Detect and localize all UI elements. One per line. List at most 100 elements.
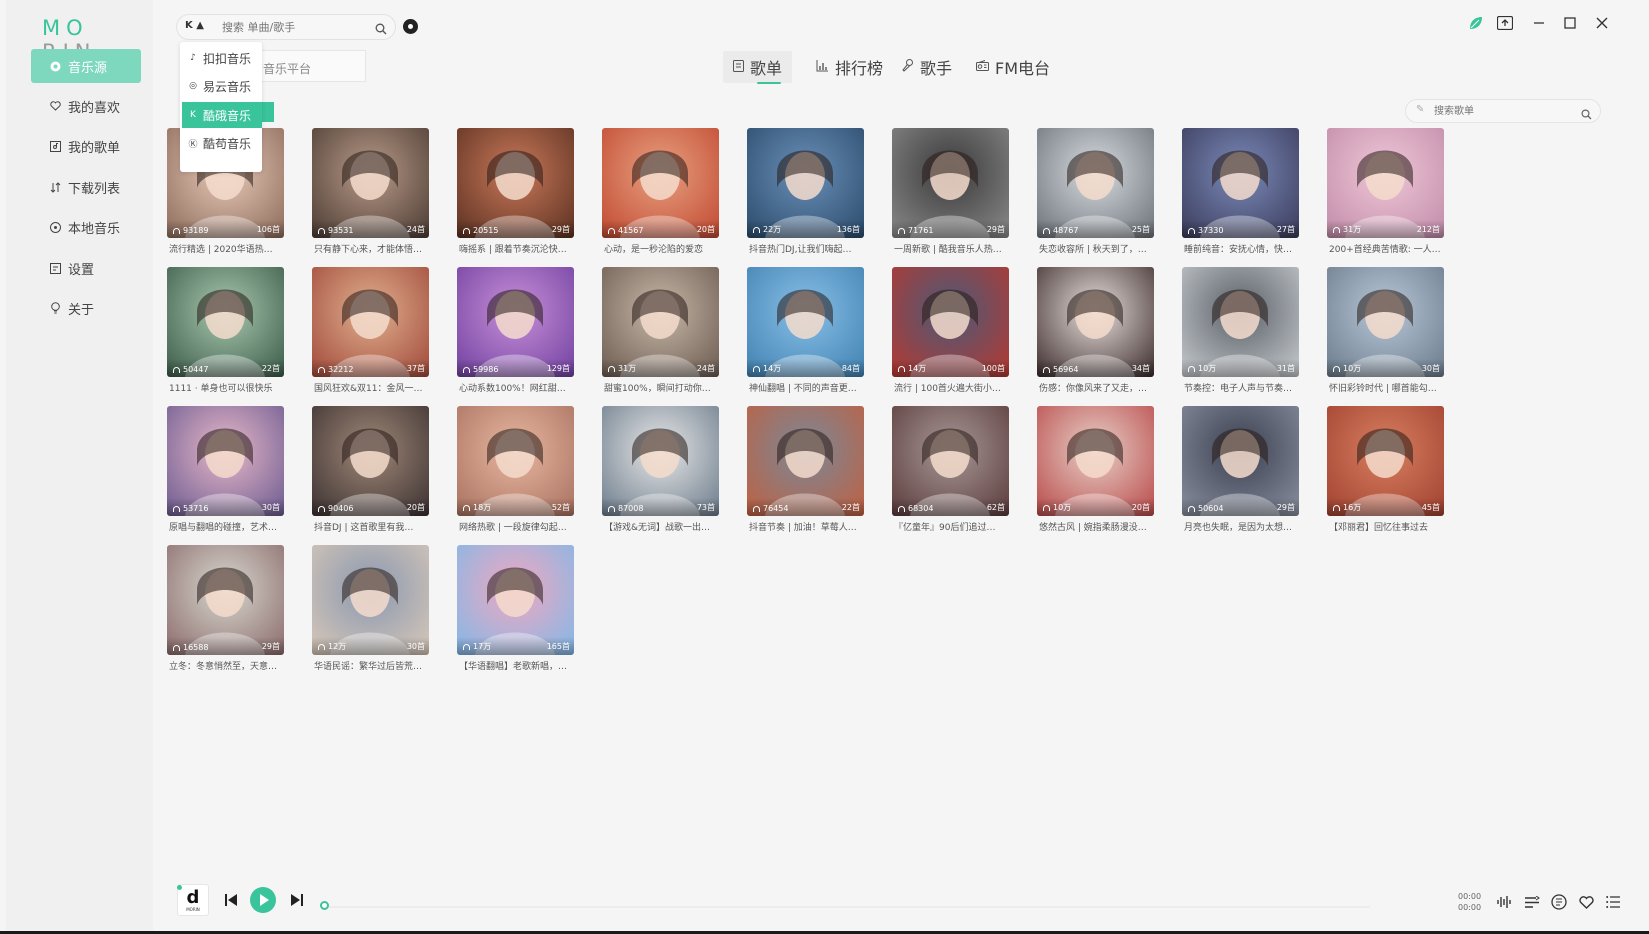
playlist-cover[interactable]: 10万 20首 <box>1037 406 1154 516</box>
playlist-card[interactable]: 37330 27首睡前纯音：安抚心情，快… <box>1182 128 1299 264</box>
favorite-icon[interactable] <box>1578 894 1594 910</box>
playlist-card[interactable]: 76454 22首抖音节奏 | 加油！草莓人… <box>747 406 864 542</box>
platform-option-netease[interactable]: ◎ 易云音乐 <box>182 73 262 99</box>
progress-bar[interactable] <box>320 901 1370 910</box>
platform-option-kuwo[interactable]: K 酷硪音乐 <box>182 102 262 128</box>
play-mode-icon[interactable] <box>1524 894 1540 910</box>
sidebar-item-downloads[interactable]: 下载列表 <box>31 170 141 204</box>
playlist-cover[interactable]: 53716 30首 <box>167 406 284 516</box>
sidebar-item-music-source[interactable]: 音乐源 <box>31 49 141 83</box>
playlist-card[interactable]: 14万 100首流行 | 100首火遍大街小… <box>892 267 1009 403</box>
playlist-card[interactable]: 87008 73首 【游戏&无词】战歌一出… <box>602 406 719 542</box>
playlist-title[interactable]: 流行精选 | 2020华语热… <box>169 242 284 255</box>
playlist-cover[interactable]: 14万 84首 <box>747 267 864 377</box>
playlist-title[interactable]: 心动，是一秒沦陷的爱恋 <box>604 242 719 255</box>
search-icon[interactable] <box>1581 105 1592 124</box>
playlist-card[interactable]: 18万 52首 网络热歌 | 一段旋律勾起… <box>457 406 574 542</box>
playlist-cover[interactable]: 93531 24首 <box>312 128 429 238</box>
playlist-card[interactable]: 71761 29首 一周新歌 | 酷我音乐人热… <box>892 128 1009 264</box>
playlist-title[interactable]: 抖音热门DJ,让我们嗨起… <box>749 242 864 255</box>
next-button[interactable] <box>290 893 304 911</box>
playlist-title[interactable]: 1111 · 单身也可以很快乐 <box>169 381 284 394</box>
platform-option-qq[interactable]: ♪ 扣扣音乐 <box>182 45 262 71</box>
playlist-cover[interactable]: 10万 30首 <box>1327 267 1444 377</box>
playlist-card[interactable]: 17万 165首【华语翻唱】老歌新唱，… <box>457 545 574 681</box>
tab-singers[interactable]: 歌手 <box>892 51 962 83</box>
playlist-card[interactable]: 53716 30首原唱与翻唱的碰撞，艺术… <box>167 406 284 542</box>
playlist-title[interactable]: 原唱与翻唱的碰撞，艺术… <box>169 520 284 533</box>
minimize-icon[interactable] <box>1530 14 1548 32</box>
playlist-card[interactable]: 90406 20首抖音DJ | 这首歌里有我… <box>312 406 429 542</box>
lyrics-icon[interactable] <box>1551 894 1567 910</box>
playlist-cover[interactable]: 20515 29首 <box>457 128 574 238</box>
playlist-card[interactable]: 31万 24首甜蜜100%，瞬间打动你… <box>602 267 719 403</box>
playlist-card[interactable]: 59986 129首 心动系数100%！网红甜… <box>457 267 574 403</box>
play-button[interactable] <box>250 887 276 913</box>
playlist-title[interactable]: 月亮也失眠，是因为太想… <box>1184 520 1299 533</box>
playlist-title[interactable]: 失恋收容所 | 秋天到了，… <box>1039 242 1154 255</box>
playlist-title[interactable]: 国风狂欢&双11：金风一… <box>314 381 429 394</box>
playlist-title[interactable]: 怀旧彩铃时代 | 哪首能勾… <box>1329 381 1444 394</box>
search-input[interactable] <box>222 18 367 36</box>
playlist-title[interactable]: 一周新歌 | 酷我音乐人热… <box>894 242 1009 255</box>
progress-handle[interactable] <box>320 901 329 910</box>
playlist-cover[interactable]: 12万 30首 <box>312 545 429 655</box>
playlist-cover[interactable]: 31万 24首 <box>602 267 719 377</box>
playlist-cover[interactable]: 14万 100首 <box>892 267 1009 377</box>
previous-button[interactable] <box>224 893 238 911</box>
playlist-title[interactable]: 『亿童年』90后们追过… <box>894 520 1009 533</box>
playlist-cover[interactable]: 41567 20首 <box>602 128 719 238</box>
record-icon[interactable] <box>403 19 418 34</box>
tab-playlists[interactable]: 歌单 <box>723 51 793 83</box>
sidebar-item-about[interactable]: 关于 <box>31 291 141 325</box>
playlist-title[interactable]: 抖音DJ | 这首歌里有我… <box>314 520 429 533</box>
playlist-card[interactable]: 10万 30首怀旧彩铃时代 | 哪首能勾… <box>1327 267 1444 403</box>
sidebar-item-favorites[interactable]: 我的喜欢 <box>31 89 141 123</box>
playlist-cover[interactable]: 76454 22首 <box>747 406 864 516</box>
playlist-title[interactable]: 睡前纯音：安抚心情，快… <box>1184 242 1299 255</box>
playlist-cover[interactable]: 22万 136首 <box>747 128 864 238</box>
maximize-icon[interactable] <box>1561 14 1579 32</box>
playlist-title[interactable]: 嗨摇系 | 跟着节奏沉沦快… <box>459 242 574 255</box>
playlist-cover[interactable]: 31万 212首 <box>1327 128 1444 238</box>
playlist-cover[interactable]: 32212 37首 <box>312 267 429 377</box>
playlist-card[interactable]: 22万 136首抖音热门DJ,让我们嗨起… <box>747 128 864 264</box>
playlist-card[interactable]: 56964 34首伤感：你像风来了又走，… <box>1037 267 1154 403</box>
playlist-title[interactable]: 流行 | 100首火遍大街小… <box>894 381 1009 394</box>
playlist-cover[interactable]: 37330 27首 <box>1182 128 1299 238</box>
playlist-title[interactable]: 【华语翻唱】老歌新唱，… <box>459 659 574 672</box>
playlist-card[interactable]: 50447 22首 1111 · 单身也可以很快乐 <box>167 267 284 403</box>
platform-toggle[interactable]: K ▲ <box>185 20 204 31</box>
playlist-cover[interactable]: 56964 34首 <box>1037 267 1154 377</box>
playlist-title[interactable]: 只有静下心来，才能体悟… <box>314 242 429 255</box>
playlist-title[interactable]: 【游戏&无词】战歌一出… <box>604 520 719 533</box>
playlist-title[interactable]: 节奏控：电子人声与节奏… <box>1184 381 1299 394</box>
playlist-card[interactable]: 32212 37首国风狂欢&双11：金风一… <box>312 267 429 403</box>
playlist-cover[interactable]: 18万 52首 <box>457 406 574 516</box>
playlist-title[interactable]: 华语民谣：繁华过后皆荒… <box>314 659 429 672</box>
sidebar-item-my-playlists[interactable]: 我的歌单 <box>31 129 141 163</box>
playlist-title[interactable]: 抖音节奏 | 加油！草莓人… <box>749 520 864 533</box>
playlist-card[interactable]: 16万 45首【邓丽君】回忆往事过去 <box>1327 406 1444 542</box>
sound-effect-icon[interactable] <box>1496 894 1512 910</box>
playlist-title[interactable]: 伤感：你像风来了又走，… <box>1039 381 1154 394</box>
playlist-cover[interactable]: 16万 45首 <box>1327 406 1444 516</box>
playlist-card[interactable]: 50604 29首 月亮也失眠，是因为太想… <box>1182 406 1299 542</box>
playlist-title[interactable]: 悠然古风 | 婉指柔肠漫没… <box>1039 520 1154 533</box>
search-icon[interactable] <box>375 20 387 39</box>
playlist-cover[interactable]: 17万 165首 <box>457 545 574 655</box>
playlist-card[interactable]: 41567 20首心动，是一秒沦陷的爱恋 <box>602 128 719 264</box>
platform-option-kugou[interactable]: Ⓚ 酷苟音乐 <box>182 130 262 156</box>
playlist-title[interactable]: 【邓丽君】回忆往事过去 <box>1329 520 1444 533</box>
playlist-title[interactable]: 甜蜜100%，瞬间打动你… <box>604 381 719 394</box>
playlist-card[interactable]: 10万 31首 节奏控：电子人声与节奏… <box>1182 267 1299 403</box>
playlist-search-input[interactable] <box>1434 103 1574 119</box>
playlist-cover[interactable]: 68304 62首 <box>892 406 1009 516</box>
playlist-cover[interactable]: 90406 20首 <box>312 406 429 516</box>
playlist-card[interactable]: 48767 25首 失恋收容所 | 秋天到了，… <box>1037 128 1154 264</box>
close-icon[interactable] <box>1593 14 1611 32</box>
leaf-icon[interactable] <box>1467 14 1485 32</box>
sidebar-item-local-music[interactable]: 本地音乐 <box>31 210 141 244</box>
mini-mode-icon[interactable] <box>1496 14 1514 32</box>
playlist-card[interactable]: 16588 29首 立冬：冬意悄然至，天意… <box>167 545 284 681</box>
